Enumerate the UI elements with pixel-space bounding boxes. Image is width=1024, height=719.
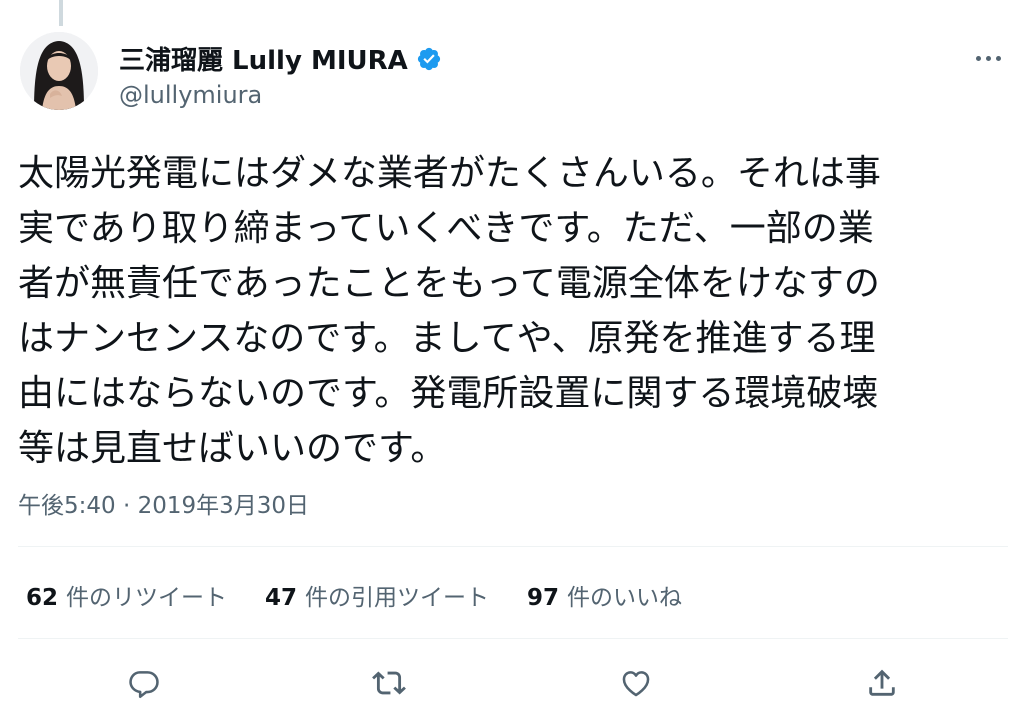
retweet-count-link[interactable]: 62 件のリツイート — [26, 578, 227, 612]
tweet-text: 太陽光発電にはダメな業者がたくさんいる。それは事 実であり取り締まっていくべきで… — [18, 153, 881, 469]
retweet-icon — [372, 671, 406, 695]
like-count: 97 — [527, 585, 560, 611]
share-icon — [869, 669, 895, 696]
heart-icon — [622, 671, 650, 697]
avatar-image — [20, 32, 98, 110]
reply-icon — [129, 671, 159, 699]
author-handle[interactable]: @lullymiura — [119, 81, 262, 109]
tweet-timestamp[interactable]: 午後5:40 · 2019年3月30日 — [18, 486, 309, 520]
retweet-button[interactable] — [366, 660, 412, 706]
more-horizontal-icon-dot — [975, 55, 981, 61]
retweet-label: 件のリツイート — [66, 585, 228, 611]
thread-connector-line — [59, 0, 63, 26]
avatar[interactable] — [20, 32, 98, 110]
quote-count-link[interactable]: 47 件の引用ツイート — [265, 578, 489, 612]
share-button[interactable] — [859, 660, 905, 706]
more-horizontal-icon-dot — [995, 55, 1001, 61]
author-display-name[interactable]: 三浦瑠麗 Lully MIURA — [119, 40, 408, 77]
more-horizontal-icon-dot — [985, 55, 991, 61]
more-options-button[interactable] — [968, 44, 1008, 72]
author-name-row: 三浦瑠麗 Lully MIURA — [119, 40, 442, 77]
divider — [18, 638, 1008, 639]
like-label: 件のいいね — [567, 585, 683, 611]
divider — [18, 546, 1008, 547]
quote-count: 47 — [265, 585, 298, 611]
retweet-count: 62 — [26, 585, 59, 611]
like-count-link[interactable]: 97 件のいいね — [527, 578, 682, 612]
like-button[interactable] — [613, 660, 659, 706]
reply-button[interactable] — [121, 660, 167, 706]
quote-label: 件の引用ツイート — [305, 585, 490, 611]
engagement-stats: 62 件のリツイート 47 件の引用ツイート 97 件のいいね — [26, 578, 720, 612]
verified-badge-icon — [416, 46, 442, 72]
tweet-actions-bar — [0, 660, 1024, 706]
